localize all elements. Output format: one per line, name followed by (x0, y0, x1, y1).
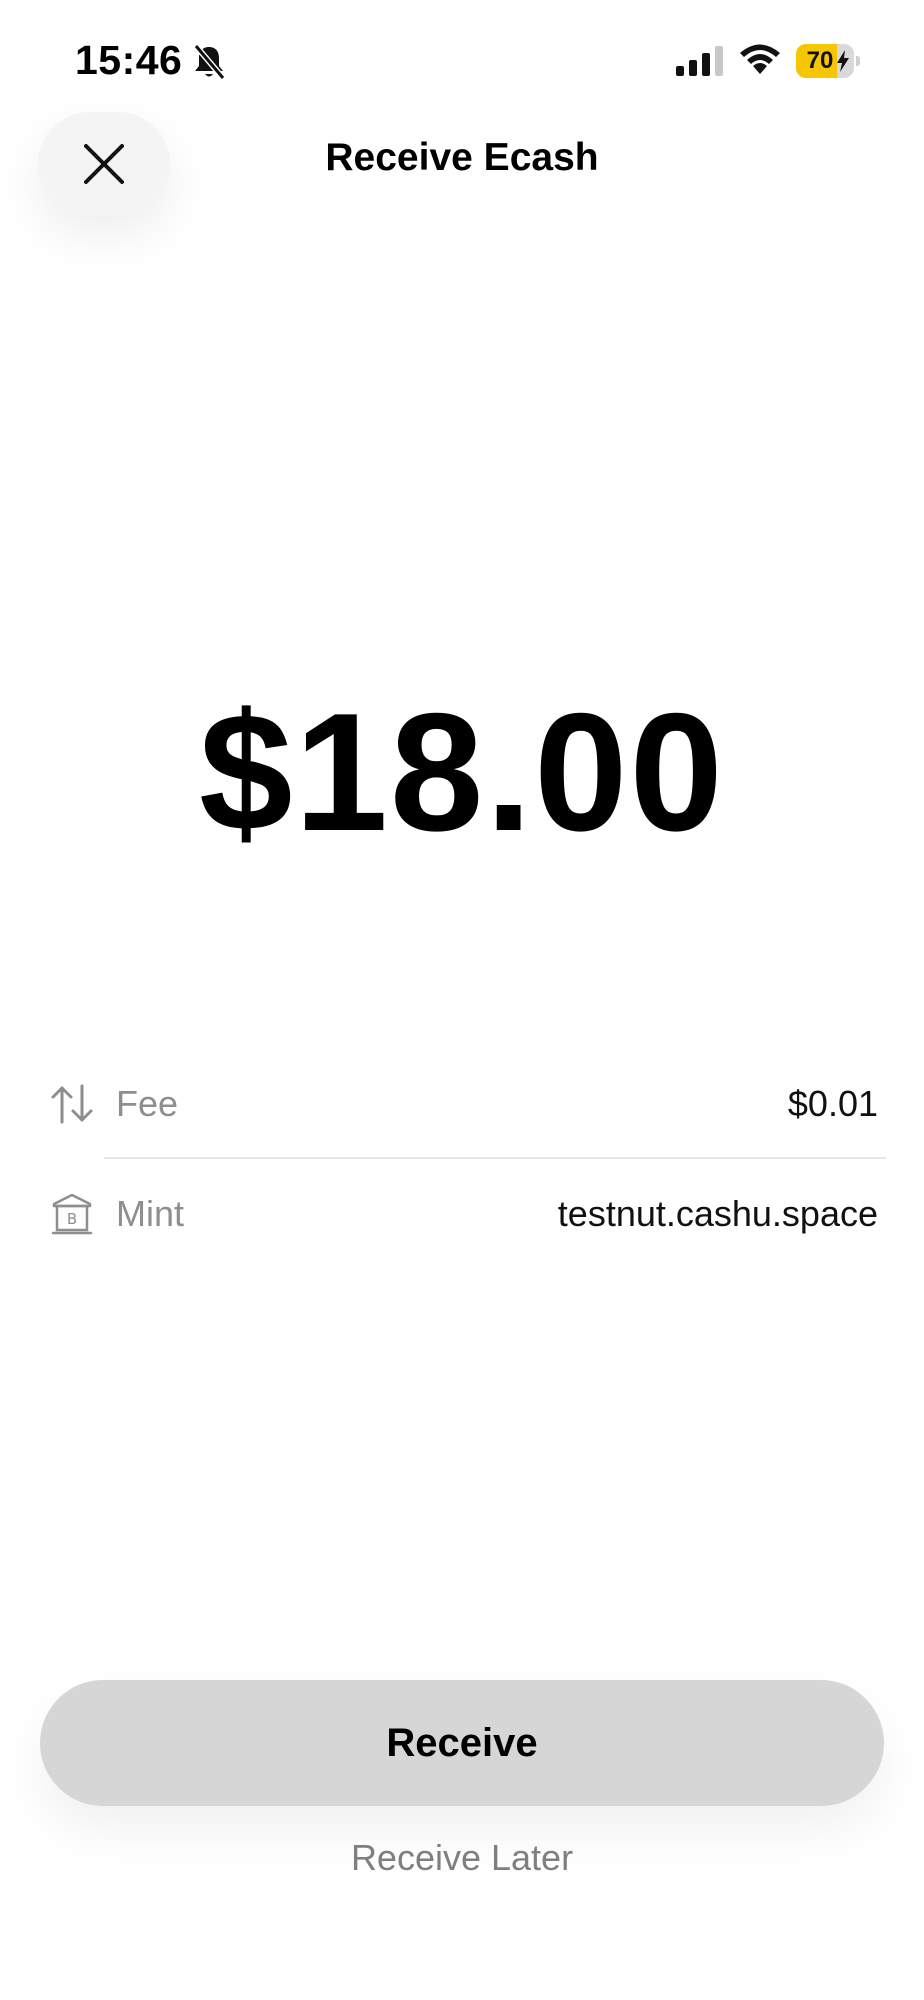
page-title: Receive Ecash (325, 136, 599, 179)
cellular-signal-icon (676, 46, 723, 76)
mint-label: Mint (116, 1193, 185, 1234)
status-bar: 15:46 70 (0, 0, 924, 120)
mint-row: B Mint testnut.cashu.space (48, 1184, 878, 1244)
receive-later-button[interactable]: Receive Later (0, 1837, 924, 1879)
battery-icon: 70 (796, 44, 860, 78)
charging-bolt-icon (837, 50, 849, 72)
arrows-up-down-icon (51, 1084, 93, 1124)
fee-label: Fee (116, 1083, 179, 1124)
fee-row: Fee $0.01 (48, 1074, 878, 1134)
status-time: 15:46 (75, 37, 183, 83)
receive-button[interactable]: Receive (40, 1680, 884, 1806)
bell-slash-icon (193, 44, 226, 80)
mint-value: testnut.cashu.space (557, 1193, 878, 1234)
svg-text:B: B (67, 1210, 77, 1228)
detail-divider (104, 1157, 886, 1159)
bank-bitcoin-icon: B (51, 1193, 93, 1235)
wifi-icon (740, 44, 780, 74)
battery-cap (856, 56, 860, 66)
fee-value: $0.01 (787, 1083, 878, 1124)
battery-body: 70 (796, 44, 854, 78)
amount-display: $18.00 (199, 678, 725, 866)
